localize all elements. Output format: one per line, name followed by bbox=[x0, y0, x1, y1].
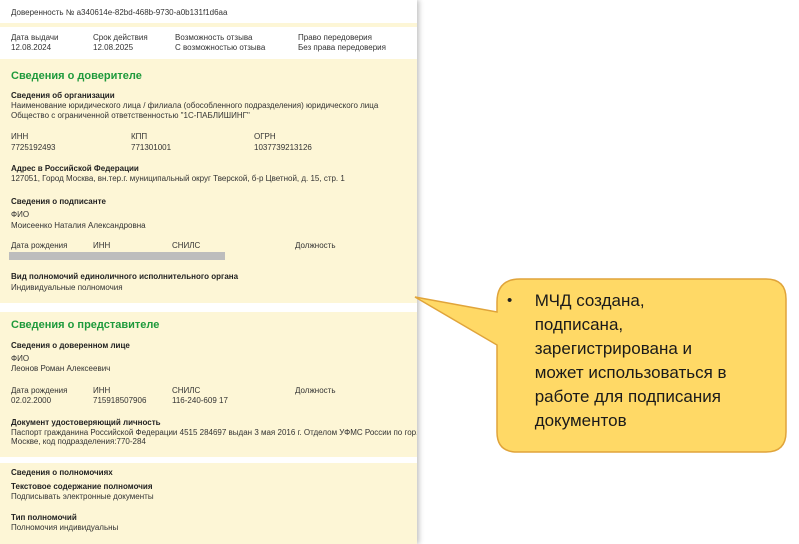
callout-text: МЧД создана, подписана, зарегистрирована… bbox=[534, 291, 727, 430]
callout-bullet: • bbox=[507, 292, 513, 309]
callout-content: • МЧД создана, подписана, зарегистрирова… bbox=[507, 289, 777, 433]
callout-bubble bbox=[414, 278, 787, 453]
